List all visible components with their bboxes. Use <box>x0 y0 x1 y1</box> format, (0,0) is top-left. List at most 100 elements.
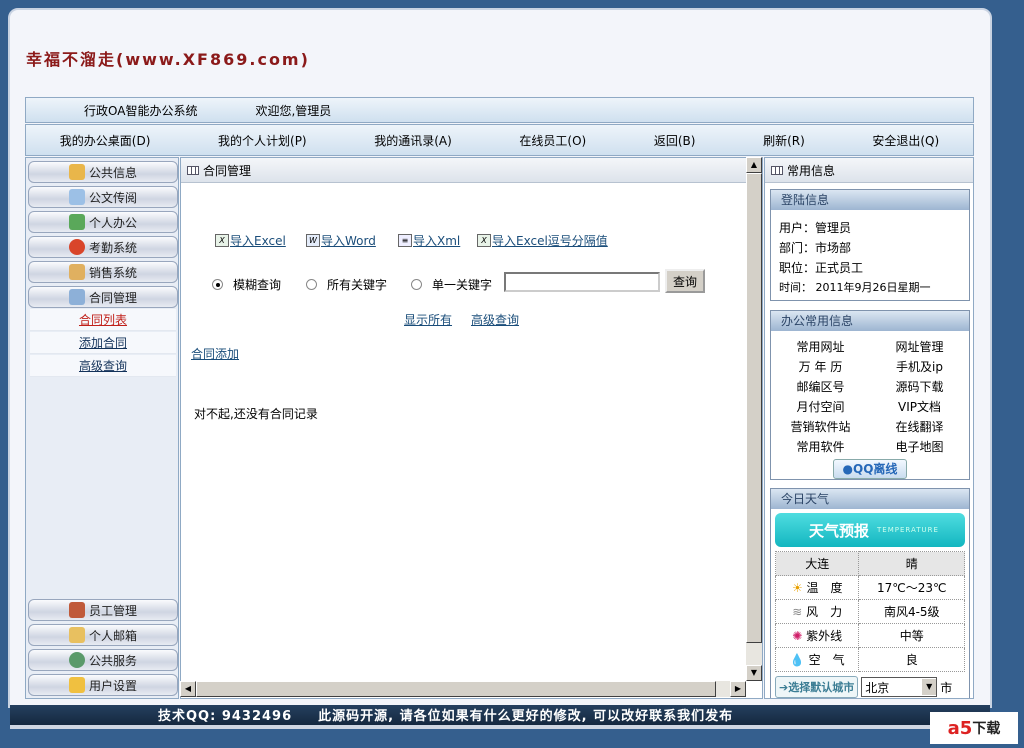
panel-title: 常用信息 <box>787 163 836 178</box>
radio-all-keywords[interactable]: 所有关键字 <box>306 276 387 293</box>
settings-icon <box>68 677 85 693</box>
label: 用户设置 <box>88 678 137 693</box>
label: 选择默认城市 <box>788 681 855 694</box>
link-vip-docs[interactable]: VIP文档 <box>870 397 969 417</box>
nav-contacts[interactable]: 我的通讯录(A) <box>374 132 452 149</box>
import-word-link[interactable]: 导入Word <box>321 232 376 249</box>
box-title: 登陆信息 <box>771 190 969 210</box>
import-csv-link[interactable]: 导入Excel逗号分隔值 <box>492 232 608 249</box>
weather-box: 今日天气 天气预报 TEMPERATURE 大连晴 ☀ 温 度 17℃～23℃ ≋ … <box>770 488 970 698</box>
empty-message: 对不起,还没有合同记录 <box>194 407 318 421</box>
sidebar-item-contracts[interactable]: 合同管理 <box>28 286 178 308</box>
globe-icon <box>68 652 85 668</box>
temperature-label: ☀ 温 度 <box>774 575 860 600</box>
import-excel-link[interactable]: 导入Excel <box>230 232 286 249</box>
nav-back[interactable]: 返回(B) <box>654 132 696 149</box>
position-info: 职位：正式员工 <box>779 261 864 275</box>
link-postcode[interactable]: 邮编区号 <box>771 377 870 397</box>
banner-subtitle: TEMPERATURE <box>877 526 939 534</box>
label: 模糊查询 <box>233 278 282 292</box>
choose-city-button[interactable]: ➔选择默认城市 <box>775 676 859 698</box>
label: 个人邮箱 <box>88 628 137 643</box>
scroll-thumb[interactable] <box>196 681 716 697</box>
sidebar-item-settings[interactable]: 用户设置 <box>28 674 178 696</box>
sidebar-item-mail[interactable]: 个人邮箱 <box>28 624 178 646</box>
sun-icon: ☀ <box>791 581 803 595</box>
city-select[interactable]: 北京 ▼ <box>861 677 938 697</box>
uv-icon: ✺ <box>792 629 803 643</box>
link-software[interactable]: 常用软件 <box>771 437 870 457</box>
sidebar-item-public-info[interactable]: 公共信息 <box>28 161 178 183</box>
scroll-up-arrow[interactable]: ▲ <box>746 157 762 173</box>
sidebar-item-staff[interactable]: 员工管理 <box>28 599 178 621</box>
label: 风 力 <box>806 605 843 619</box>
sidebar-item-personal[interactable]: 个人办公 <box>28 211 178 233</box>
watermark-brand: a5 <box>947 717 973 739</box>
right-panel: 常用信息 登陆信息 用户：管理员 部门：市场部 职位：正式员工 时间： 2011… <box>764 157 974 699</box>
link-calendar[interactable]: 万 年 历 <box>771 357 870 377</box>
footer-note: 此源码开源, 请各位如果有什么更好的修改, 可以改好联系我们发布 <box>318 709 734 724</box>
label: 公共服务 <box>88 653 137 668</box>
nav-desktop[interactable]: 我的办公桌面(D) <box>60 132 151 149</box>
scroll-thumb[interactable] <box>746 173 762 643</box>
nav-online[interactable]: 在线员工(O) <box>519 132 586 149</box>
label: 空 气 <box>808 653 845 667</box>
qq-status-button[interactable]: ●QQ离线 <box>833 459 907 479</box>
scroll-down-arrow[interactable]: ▼ <box>746 665 762 681</box>
link-phone-ip[interactable]: 手机及ip <box>870 357 969 377</box>
submenu-contract-list[interactable]: 合同列表 <box>30 309 176 331</box>
chevron-down-icon[interactable]: ▼ <box>922 679 937 695</box>
link-marketing[interactable]: 营销软件站 <box>771 417 870 437</box>
vertical-scrollbar[interactable]: ▲ ▼ <box>746 157 762 681</box>
sidebar-item-attendance[interactable]: 考勤系统 <box>28 236 178 258</box>
air-value: 良 <box>858 647 965 672</box>
nav-refresh[interactable]: 刷新(R) <box>763 132 805 149</box>
panel-header: 常用信息 <box>765 158 973 183</box>
radio-fuzzy[interactable]: 模糊查询 <box>212 276 281 293</box>
excel-icon: X <box>477 234 491 247</box>
import-excel[interactable]: X 导入Excel <box>215 232 286 249</box>
department-info: 部门：市场部 <box>779 241 852 255</box>
person-icon <box>68 214 85 230</box>
box-title: 今日天气 <box>771 489 969 509</box>
import-xml-link[interactable]: 导入Xml <box>413 232 460 249</box>
radio-button[interactable] <box>212 279 223 290</box>
sidebar-item-services[interactable]: 公共服务 <box>28 649 178 671</box>
welcome-text: 欢迎您,管理员 <box>255 103 332 118</box>
advanced-search-link[interactable]: 高级查询 <box>471 311 519 328</box>
link-hosting[interactable]: 月付空间 <box>771 397 870 417</box>
import-csv[interactable]: X 导入Excel逗号分隔值 <box>477 232 608 249</box>
arrow-right-icon: ➔ <box>779 681 789 694</box>
condition: 晴 <box>858 551 965 576</box>
panel-header: 合同管理 <box>181 158 762 183</box>
nav-logout[interactable]: 安全退出(Q) <box>872 132 939 149</box>
main-nav: 我的办公桌面(D) 我的个人计划(P) 我的通讯录(A) 在线员工(O) 返回(… <box>25 124 974 156</box>
search-input[interactable] <box>504 272 660 292</box>
link-translate[interactable]: 在线翻译 <box>870 417 969 437</box>
horizontal-scrollbar[interactable]: ◀ ▶ <box>180 681 746 697</box>
submenu-advanced-search[interactable]: 高级查询 <box>30 355 176 377</box>
label: 考勤系统 <box>88 240 137 255</box>
radio-button[interactable] <box>306 279 317 290</box>
notebook-icon <box>68 164 85 180</box>
search-button[interactable]: 查询 <box>665 269 705 293</box>
link-url-manage[interactable]: 网址管理 <box>870 337 969 357</box>
import-word[interactable]: W 导入Word <box>306 232 376 249</box>
scroll-right-arrow[interactable]: ▶ <box>730 681 746 697</box>
import-xml[interactable]: ≡ 导入Xml <box>398 232 460 249</box>
link-map[interactable]: 电子地图 <box>870 437 969 457</box>
sidebar-item-documents[interactable]: 公文传阅 <box>28 186 178 208</box>
radio-single-keyword[interactable]: 单一关键字 <box>411 276 492 293</box>
link-common-urls[interactable]: 常用网址 <box>771 337 870 357</box>
link-source-download[interactable]: 源码下载 <box>870 377 969 397</box>
add-contract-link[interactable]: 合同添加 <box>191 345 239 362</box>
nav-plan[interactable]: 我的个人计划(P) <box>218 132 307 149</box>
show-all-link[interactable]: 显示所有 <box>404 311 452 328</box>
radio-button[interactable] <box>411 279 422 290</box>
submenu-add-contract[interactable]: 添加合同 <box>30 332 176 354</box>
scroll-left-arrow[interactable]: ◀ <box>180 681 196 697</box>
city-name: 大连 <box>774 551 860 576</box>
box-title: 办公常用信息 <box>771 311 969 331</box>
wind-value: 南风4-5级 <box>858 599 965 624</box>
sidebar-item-sales[interactable]: 销售系统 <box>28 261 178 283</box>
